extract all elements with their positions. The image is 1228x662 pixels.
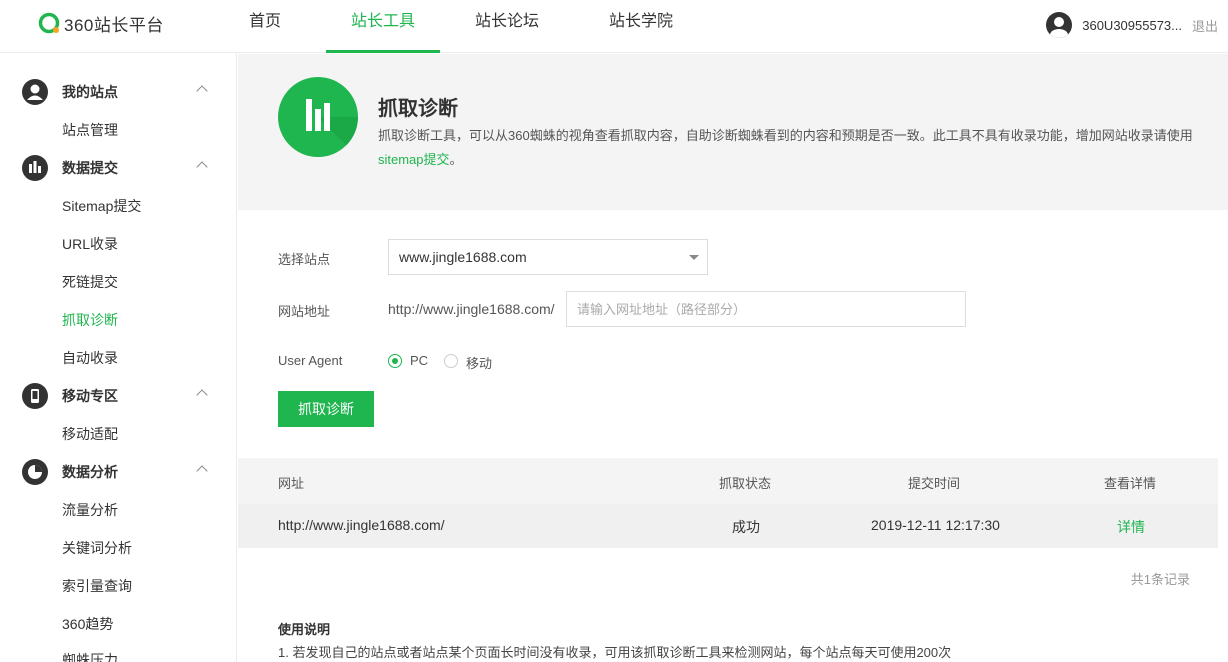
url-path-input[interactable]	[566, 291, 966, 327]
record-count: 共1条记录	[1130, 572, 1190, 587]
main-nav: 首页 站长工具 站长论坛 站长学院	[230, 0, 686, 53]
description-text: 抓取诊断工具，可以从360蜘蛛的视角查看抓取内容，自助诊断蜘蛛看到的内容和预期是…	[378, 128, 1193, 143]
logo-text: 360站长平台	[64, 15, 164, 35]
chevron-up-icon[interactable]	[196, 465, 208, 477]
sidebar-item-360-trend[interactable]: 360趋势	[62, 614, 113, 634]
sidebar-item-crawl-diagnosis[interactable]: 抓取诊断	[62, 310, 118, 330]
bar-chart-icon	[22, 155, 48, 181]
dropdown-caret-icon	[689, 255, 699, 260]
logo[interactable]: 360站长平台	[38, 11, 164, 35]
pie-chart-icon	[22, 459, 48, 485]
crawl-diagnosis-icon	[278, 77, 358, 157]
sidebar-item-site-management[interactable]: 站点管理	[62, 120, 118, 140]
chevron-up-icon[interactable]	[196, 85, 208, 97]
logout-link[interactable]: 退出	[1192, 16, 1228, 35]
site-select-value: www.jingle1688.com	[399, 249, 527, 265]
mobile-icon	[22, 383, 48, 409]
radio-mobile[interactable]	[444, 354, 458, 368]
column-header-status: 抓取状态	[719, 476, 772, 491]
row-status: 成功	[732, 519, 760, 535]
chevron-up-icon[interactable]	[196, 389, 208, 401]
page-title: 抓取诊断	[378, 98, 458, 120]
user-area: 360U30955573... 退出	[1046, 12, 1228, 38]
sidebar-group-data-analysis[interactable]: 数据分析	[22, 459, 212, 485]
sidebar-group-my-sites[interactable]: 我的站点	[22, 79, 212, 105]
row-url: http://www.jingle1688.com/	[278, 517, 445, 533]
user-icon	[22, 79, 48, 105]
url-prefix: http://www.jingle1688.com/	[388, 301, 555, 317]
sidebar-item-auto-index[interactable]: 自动收录	[62, 348, 118, 368]
sitemap-submit-link[interactable]: sitemap提交	[378, 152, 450, 167]
sidebar-item-index-query[interactable]: 索引量查询	[62, 576, 132, 596]
top-navigation-bar: 360站长平台 首页 站长工具 站长论坛 站长学院 360U30955573..…	[0, 0, 1228, 53]
radio-pc-label[interactable]: PC	[410, 353, 428, 368]
usage-title: 使用说明	[278, 622, 331, 637]
url-label: 网站地址	[278, 304, 331, 319]
sidebar-item-keywords[interactable]: 关键词分析	[62, 538, 132, 558]
sidebar-item-dead-link[interactable]: 死链提交	[62, 272, 118, 292]
column-header-detail: 查看详情	[1104, 476, 1157, 491]
sidebar-group-title: 移动专区	[62, 388, 118, 404]
radio-pc[interactable]	[388, 354, 402, 368]
sidebar-item-mobile-adapt[interactable]: 移动适配	[62, 424, 118, 444]
page-description: 抓取诊断工具，可以从360蜘蛛的视角查看抓取内容，自助诊断蜘蛛看到的内容和预期是…	[378, 124, 1198, 172]
crawl-diagnosis-button[interactable]: 抓取诊断	[278, 391, 374, 427]
sidebar-group-title: 数据提交	[62, 160, 118, 176]
user-avatar-icon[interactable]	[1046, 12, 1073, 38]
site-select-label: 选择站点	[278, 252, 331, 267]
radio-mobile-label[interactable]: 移动	[466, 353, 492, 372]
sidebar-group-mobile[interactable]: 移动专区	[22, 383, 212, 409]
column-header-time: 提交时间	[908, 476, 961, 491]
sidebar-item-sitemap[interactable]: Sitemap提交	[62, 196, 141, 216]
column-header-url: 网址	[278, 476, 305, 491]
sidebar-item-url-submit[interactable]: URL收录	[62, 234, 118, 254]
nav-webmaster-tools[interactable]: 站长工具	[326, 0, 440, 53]
site-select[interactable]: www.jingle1688.com	[388, 239, 708, 275]
nav-academy[interactable]: 站长学院	[596, 0, 686, 53]
table-header: 网址 抓取状态 提交时间 查看详情	[238, 458, 1218, 504]
sidebar: 我的站点 站点管理 数据提交 Sitemap提交 URL收录 死链提交 抓取诊断…	[0, 53, 237, 662]
user-agent-label: User Agent	[278, 353, 343, 368]
row-time: 2019-12-11 12:17:30	[871, 517, 1000, 533]
logo-icon	[38, 11, 62, 35]
tool-banner: 抓取诊断 抓取诊断工具，可以从360蜘蛛的视角查看抓取内容，自助诊断蜘蛛看到的内…	[238, 54, 1228, 210]
chevron-up-icon[interactable]	[196, 161, 208, 173]
sidebar-group-title: 数据分析	[62, 464, 118, 480]
row-detail-link[interactable]: 详情	[1117, 517, 1145, 537]
table-row: http://www.jingle1688.com/ 成功 2019-12-11…	[238, 504, 1218, 548]
username[interactable]: 360U30955573...	[1082, 18, 1182, 33]
nav-forum[interactable]: 站长论坛	[462, 0, 552, 53]
sidebar-item-spider-pressure[interactable]: 蜘蛛压力	[62, 650, 118, 662]
nav-home[interactable]: 首页	[230, 0, 300, 53]
usage-line-1: 1. 若发现自己的站点或者站点某个页面长时间没有收录，可用该抓取诊断工具来检测网…	[278, 645, 952, 660]
sidebar-group-data-submit[interactable]: 数据提交	[22, 155, 212, 181]
sidebar-item-traffic[interactable]: 流量分析	[62, 500, 118, 520]
description-end: 。	[449, 152, 463, 167]
sidebar-group-title: 我的站点	[62, 84, 118, 100]
